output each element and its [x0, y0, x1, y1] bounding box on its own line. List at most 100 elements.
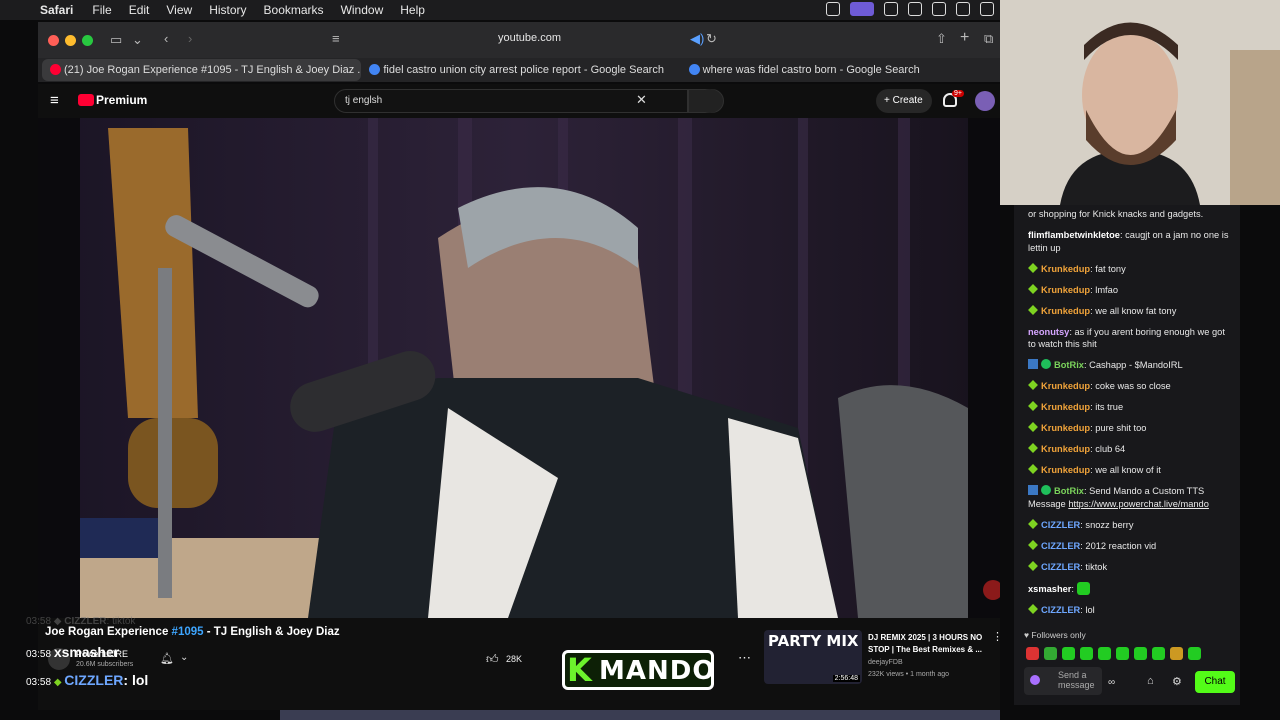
status-icon[interactable]: [956, 2, 970, 16]
chat-username[interactable]: CIZZLER: [1041, 605, 1080, 615]
emote-icon[interactable]: [1062, 647, 1075, 660]
emote-icon[interactable]: [1026, 647, 1039, 660]
chat-username[interactable]: Krunkedup: [1041, 444, 1090, 454]
emote-icon[interactable]: [1044, 647, 1057, 660]
store-icon[interactable]: ⌂: [1147, 675, 1154, 687]
menu-bookmarks[interactable]: Bookmarks: [264, 3, 324, 17]
chat-username[interactable]: Krunkedup: [1041, 264, 1090, 274]
chat-username[interactable]: Krunkedup: [1041, 285, 1090, 295]
subscriber-badge-icon: [1028, 401, 1038, 411]
menu-history[interactable]: History: [209, 3, 246, 17]
streamer-image: [1000, 0, 1280, 205]
menu-help[interactable]: Help: [400, 3, 425, 17]
chat-link[interactable]: https://www.powerchat.live/mando: [1068, 499, 1209, 509]
status-icon[interactable]: [850, 2, 874, 16]
more-vert-icon[interactable]: ⋮: [992, 630, 1003, 643]
emote-icon[interactable]: [1116, 647, 1129, 660]
thumbnail-text: PARTY MIX: [768, 632, 859, 650]
emote-icon[interactable]: [1188, 647, 1201, 660]
close-window-button[interactable]: [48, 34, 59, 46]
status-icon[interactable]: [884, 2, 898, 16]
gear-icon[interactable]: ⚙: [1172, 675, 1182, 688]
verified-badge-icon: [1041, 485, 1051, 495]
back-icon[interactable]: ‹: [164, 31, 168, 46]
audio-icon[interactable]: ◀): [690, 31, 704, 47]
wifi-icon[interactable]: [980, 2, 994, 16]
tab-overview-icon[interactable]: ⧉: [984, 31, 993, 47]
overlay-line: 03:58 xsmasher: [26, 644, 120, 660]
address-bar[interactable]: youtube.com: [498, 32, 561, 44]
chat-input[interactable]: Send a message: [1024, 667, 1102, 695]
chat-message: Krunkedup: its true: [1028, 401, 1232, 414]
new-tab-icon[interactable]: +: [960, 29, 969, 47]
menu-icon[interactable]: ≡: [50, 92, 59, 109]
emote-icon[interactable]: [1170, 647, 1183, 660]
search-input[interactable]: tj englsh: [334, 89, 688, 113]
subscriber-badge-icon: [1028, 380, 1038, 390]
more-icon[interactable]: ⋯: [738, 650, 751, 666]
emote-icon[interactable]: [1134, 647, 1147, 660]
sidebar-icon[interactable]: ▭: [110, 32, 122, 48]
menu-window[interactable]: Window: [341, 3, 384, 17]
chat-username[interactable]: BotRix: [1054, 360, 1084, 370]
chat-username[interactable]: Krunkedup: [1041, 423, 1090, 433]
chat-text: Cashapp - $MandoIRL: [1089, 360, 1183, 370]
tab-google-2[interactable]: where was fidel castro born - Google Sea…: [681, 59, 1000, 81]
forward-icon[interactable]: ›: [188, 31, 192, 46]
menu-file[interactable]: File: [92, 3, 111, 17]
chat-username[interactable]: CIZZLER: [1041, 562, 1080, 572]
chevron-down-icon[interactable]: ⌄: [132, 32, 143, 48]
tab-google-1[interactable]: fidel castro union city arrest police re…: [361, 59, 680, 81]
emote-icon[interactable]: [1080, 647, 1093, 660]
video-frame: [38, 118, 1000, 618]
recommended-thumbnail[interactable]: PARTY MIX 2:56:48: [764, 630, 862, 684]
reader-icon[interactable]: ≡: [332, 31, 340, 46]
users-icon[interactable]: ∞: [1108, 677, 1115, 688]
youtube-logo-icon[interactable]: [78, 94, 94, 106]
mando-banner: K MANDO: [562, 650, 714, 690]
clear-search-icon[interactable]: ✕: [636, 92, 647, 108]
status-icon[interactable]: [932, 2, 946, 16]
chat-username[interactable]: BotRix: [1054, 486, 1084, 496]
emote-icon[interactable]: [1098, 647, 1111, 660]
recommended-title[interactable]: DJ REMIX 2025 | 3 HOURS NO STOP | The Be…: [868, 632, 986, 656]
mic-icon[interactable]: [1030, 675, 1040, 685]
overlay-line: 03:58 ◆ CIZZLER: tiktok: [26, 616, 136, 627]
emote-icon[interactable]: [1152, 647, 1165, 660]
menu-app[interactable]: Safari: [40, 3, 73, 17]
chat-username[interactable]: Krunkedup: [1041, 306, 1090, 316]
window-controls: [48, 34, 93, 46]
avatar[interactable]: [975, 91, 995, 111]
create-button[interactable]: + Create: [876, 89, 932, 113]
menu-edit[interactable]: Edit: [129, 3, 150, 17]
chat-username[interactable]: neonutsy: [1028, 327, 1069, 337]
chat-send-button[interactable]: Chat: [1195, 671, 1235, 693]
chat-username[interactable]: CIZZLER: [1041, 541, 1080, 551]
verified-badge-icon: [1041, 359, 1051, 369]
menu-view[interactable]: View: [166, 3, 192, 17]
recommended-channel[interactable]: deejayFDB: [868, 659, 903, 666]
zoom-window-button[interactable]: [82, 34, 93, 46]
share-icon[interactable]: ⇧: [936, 31, 947, 47]
chat-username[interactable]: Krunkedup: [1041, 381, 1090, 391]
mic-button[interactable]: [698, 89, 722, 113]
chat-username[interactable]: flimflambetwinkletoe: [1028, 230, 1120, 240]
chat-text: lol: [1085, 604, 1095, 615]
reload-icon[interactable]: ↻: [706, 31, 717, 47]
chat-text: we all know fat tony: [1095, 305, 1177, 316]
chat-text: coke was so close: [1095, 381, 1171, 391]
youtube-logo-text[interactable]: Premium: [96, 93, 147, 107]
like-icon[interactable]: 👍︎: [486, 652, 499, 667]
tab-bar: (21) Joe Rogan Experience #1095 - TJ Eng…: [38, 58, 1000, 82]
chat-username[interactable]: xsmasher: [1028, 584, 1071, 594]
status-icon[interactable]: [908, 2, 922, 16]
bot-badge-icon: [1028, 485, 1038, 495]
tab-youtube[interactable]: (21) Joe Rogan Experience #1095 - TJ Eng…: [42, 59, 362, 81]
minimize-window-button[interactable]: [65, 34, 76, 46]
chat-username[interactable]: Krunkedup: [1041, 465, 1090, 475]
chat-input-placeholder: Send a message: [1058, 670, 1095, 690]
chat-username[interactable]: Krunkedup: [1041, 402, 1090, 412]
video-player[interactable]: [38, 118, 1000, 618]
status-icon[interactable]: [826, 2, 840, 16]
chat-username[interactable]: CIZZLER: [1041, 520, 1080, 530]
